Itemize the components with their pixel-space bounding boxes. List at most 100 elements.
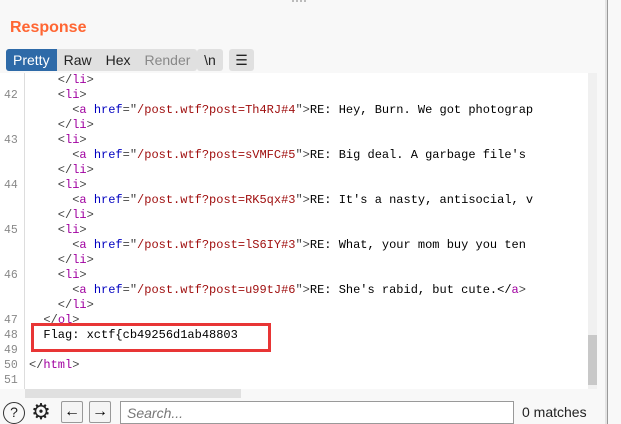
menu-button[interactable]: ☰ [229,49,254,71]
token-tag: a [79,193,87,207]
token-tag: a [79,103,87,117]
line-number: 45 [4,224,18,237]
token-tag: li [72,118,87,132]
token-p: > [79,223,87,237]
token-p: </ [29,208,73,222]
gear-icon[interactable]: ⚙ [29,401,53,423]
code-text: <a href="/post.wtf?post=u99tJ#6">RE: She… [29,283,526,298]
token-p: < [29,223,66,237]
token-txt: RE: Big deal. A garbage file's [309,148,526,162]
newline-toggle-button[interactable]: \n [197,49,223,71]
token-txt: RE: She's rabid, but cute.</ [309,283,512,297]
code-text: </html> [29,358,79,373]
token-p [87,238,94,252]
token-str: /post.wtf?post=lS6IY#3 [137,238,296,252]
code-line: </li> [0,163,597,178]
resize-grip[interactable] [292,0,306,3]
line-number: 42 [4,89,18,102]
code-text: <a href="/post.wtf?post=Th4RJ#4">RE: Hey… [29,103,533,118]
code-line: 51 [0,373,597,388]
code-line: 46 <li> [0,268,597,283]
token-p: </ [29,253,73,267]
token-p: </ [29,73,73,87]
token-p [87,193,94,207]
token-str: /post.wtf?post=Th4RJ#4 [137,103,296,117]
code-line: 42 <li> [0,88,597,103]
token-p: < [29,133,66,147]
code-text: <a href="/post.wtf?post=RK5qx#3">RE: It'… [29,193,533,208]
token-attr: href [93,238,123,252]
line-number: 48 [4,329,18,342]
token-p: > [79,268,87,282]
vertical-scroll-thumb[interactable] [588,335,597,385]
token-p: < [29,103,80,117]
token-p: > [72,358,80,372]
token-p: =" [122,283,138,297]
token-tag: li [65,223,80,237]
token-tag: a [511,283,519,297]
panel-title: Response [10,19,87,36]
code-text: <li> [29,223,87,238]
token-p: =" [122,238,138,252]
code-line: 50 </html> [0,358,597,373]
token-p: "> [295,283,310,297]
token-attr: href [93,103,123,117]
token-p: > [79,133,87,147]
hamburger-menu-icon: ☰ [235,52,248,68]
code-line: <a href="/post.wtf?post=sVMFC#5">RE: Big… [0,148,597,163]
line-number: 51 [4,374,18,387]
horizontal-scroll-thumb[interactable] [25,389,241,398]
search-bar: ? ⚙ ← → Search... 0 matches [0,400,605,424]
token-p: < [29,193,80,207]
token-p: =" [122,103,138,117]
line-number: 47 [4,314,18,327]
code-line: </li> [0,298,597,313]
token-tag: li [72,298,87,312]
token-p: < [29,88,66,102]
code-text: </li> [29,298,94,313]
token-p: > [86,163,94,177]
previous-match-button[interactable]: ← [61,401,83,423]
token-tag: a [79,283,87,297]
token-txt: RE: What, your mom buy you ten [309,238,526,252]
token-p: < [29,238,80,252]
code-line: 45 <li> [0,223,597,238]
next-match-button[interactable]: → [89,401,111,423]
search-input[interactable]: Search... [120,401,514,424]
code-line: </li> [0,253,597,268]
tab-render: Render [144,52,191,68]
line-number: 46 [4,269,18,282]
token-p [87,283,94,297]
code-text: <li> [29,133,87,148]
token-p: > [79,178,87,192]
code-text: </li> [29,253,94,268]
token-attr: href [93,283,123,297]
code-text: <a href="/post.wtf?post=sVMFC#5">RE: Big… [29,148,526,163]
tab-raw[interactable]: Raw [57,49,99,71]
token-p: > [79,88,87,102]
token-p: < [29,268,66,282]
tab-hex[interactable]: Hex [99,49,138,71]
token-p [87,103,94,117]
code-text: <a href="/post.wtf?post=lS6IY#3">RE: Wha… [29,238,526,253]
token-p: < [29,148,80,162]
view-tabs: Pretty Raw Hex Render [6,49,198,71]
code-line: 43 <li> [0,133,597,148]
token-str: /post.wtf?post=RK5qx#3 [137,193,296,207]
code-line: <a href="/post.wtf?post=lS6IY#3">RE: Wha… [0,238,597,253]
code-line: <a href="/post.wtf?post=u99tJ#6">RE: She… [0,283,597,298]
token-txt: RE: Hey, Burn. We got photograp [309,103,534,117]
tab-pretty[interactable]: Pretty [6,49,57,71]
token-p: </ [29,163,73,177]
line-number: 50 [4,359,18,372]
code-text: </li> [29,73,94,88]
token-p: "> [295,193,310,207]
token-tag: a [79,148,87,162]
token-p: > [518,283,526,297]
help-icon[interactable]: ? [3,402,25,424]
token-txt: RE: It's a nasty, antisocial, v [309,193,534,207]
line-number: 49 [4,344,18,357]
token-p: > [86,253,94,267]
match-count: 0 matches [522,404,587,420]
token-p: > [86,73,94,87]
